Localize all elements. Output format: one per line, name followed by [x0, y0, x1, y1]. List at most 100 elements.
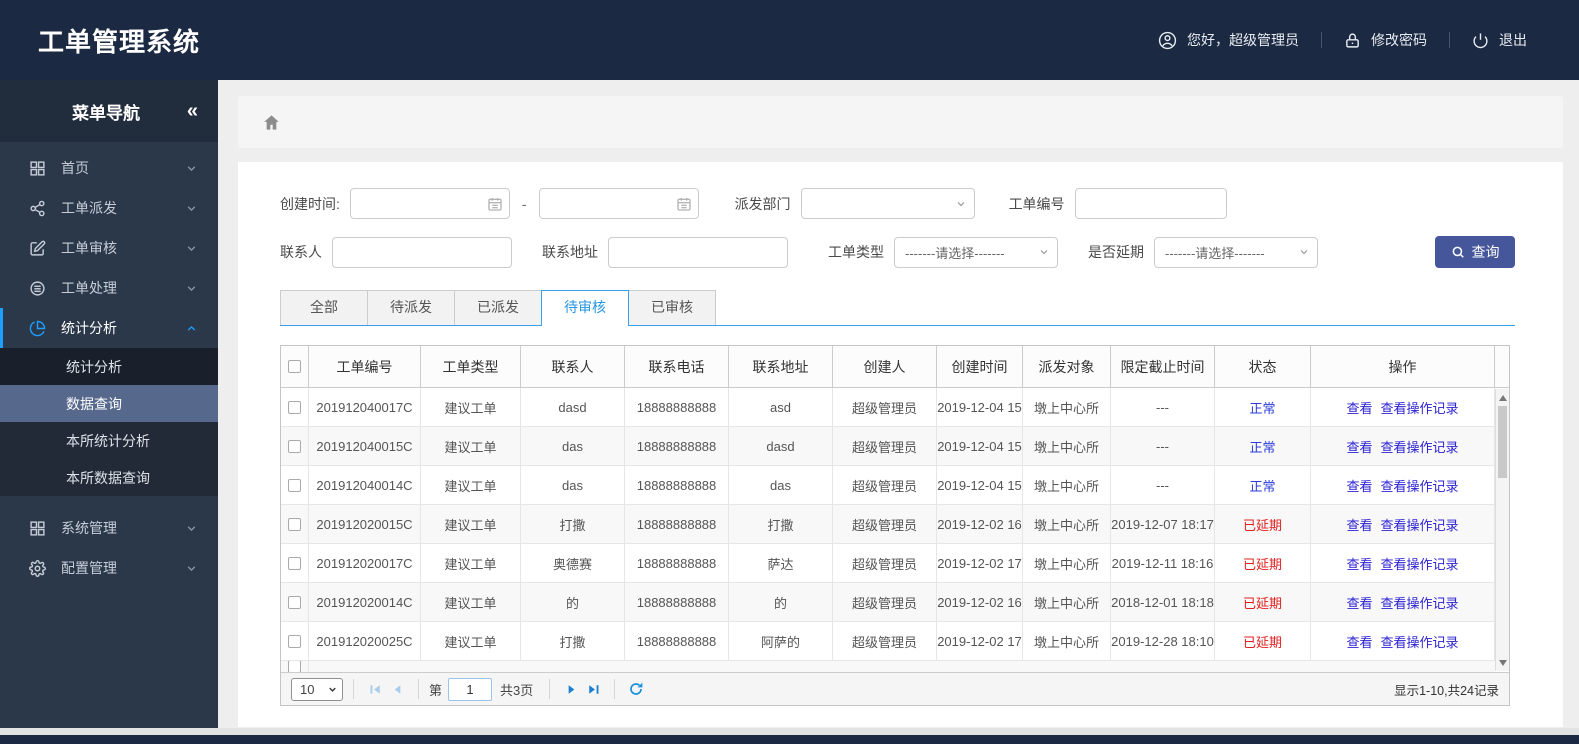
pager-divider	[418, 679, 419, 699]
view-link[interactable]: 查看	[1346, 593, 1372, 612]
contact-input[interactable]	[332, 236, 512, 268]
tab-pending-review[interactable]: 待审核	[541, 290, 629, 326]
row-checkbox[interactable]	[288, 400, 301, 414]
column-header[interactable]: 联系地址	[729, 346, 833, 387]
create-time-start-input[interactable]	[349, 188, 510, 219]
sidebar-item-label: 工单审核	[61, 240, 117, 256]
row-checkbox-cell	[281, 661, 309, 672]
chevron-down-icon	[955, 198, 967, 210]
column-header[interactable]: 限定截止时间	[1111, 346, 1215, 387]
column-header[interactable]: 创建人	[833, 346, 937, 387]
delay-label: 是否延期	[1088, 244, 1144, 260]
scroll-down-arrow[interactable]	[1496, 655, 1509, 670]
sidebar-item-home[interactable]: 首页	[0, 148, 218, 188]
row-checkbox[interactable]	[288, 661, 301, 672]
column-header[interactable]: 派发对象	[1023, 346, 1111, 387]
cell-creator: 超级管理员	[833, 427, 937, 465]
change-password-button[interactable]: 修改密码	[1322, 30, 1449, 50]
column-header[interactable]: 创建时间	[937, 346, 1023, 387]
refresh-icon[interactable]	[625, 678, 647, 700]
row-checkbox[interactable]	[288, 439, 301, 453]
address-input[interactable]	[608, 236, 788, 268]
cell-order-type: 建议工单	[421, 427, 521, 465]
first-page-icon[interactable]	[364, 678, 386, 700]
row-checkbox[interactable]	[288, 634, 301, 648]
column-header[interactable]: 状态	[1215, 346, 1311, 387]
view-log-link[interactable]: 查看操作记录	[1381, 398, 1459, 417]
scrollbar-thumb[interactable]	[1498, 406, 1507, 478]
search-icon	[1451, 245, 1465, 259]
dispatch-dept-select[interactable]	[800, 188, 975, 219]
delay-value: -------请选择-------	[1165, 245, 1265, 261]
sidebar-item-stats[interactable]: 统计分析	[0, 308, 218, 348]
column-header[interactable]: 操作	[1311, 346, 1495, 387]
view-link[interactable]: 查看	[1346, 632, 1372, 651]
view-log-link[interactable]: 查看操作记录	[1381, 476, 1459, 495]
next-page-icon[interactable]	[560, 678, 582, 700]
cell-deadline: ---	[1111, 466, 1215, 504]
cell-actions: 查看 查看操作记录	[1311, 505, 1495, 543]
row-checkbox[interactable]	[288, 478, 301, 492]
row-checkbox[interactable]	[288, 517, 301, 531]
create-time-start-field	[349, 188, 510, 219]
dispatch-dept-label: 派发部门	[734, 195, 791, 212]
chevron-down-icon	[1038, 246, 1050, 258]
row-checkbox[interactable]	[288, 556, 301, 570]
view-link[interactable]: 查看	[1346, 398, 1372, 417]
page-size-select[interactable]: 10	[291, 677, 343, 701]
delay-select[interactable]: -------请选择-------	[1154, 236, 1318, 268]
view-log-link[interactable]: 查看操作记录	[1381, 554, 1459, 573]
sidebar-subitem-stats-analysis[interactable]: 统计分析	[0, 348, 218, 385]
column-header[interactable]: 工单类型	[421, 346, 521, 387]
cell-deadline: 2018-12-01 18:18	[1111, 583, 1215, 621]
prev-page-icon[interactable]	[386, 678, 408, 700]
row-checkbox[interactable]	[288, 595, 301, 609]
user-greeting[interactable]: 您好，超级管理员	[1136, 30, 1321, 50]
column-header[interactable]: 联系电话	[625, 346, 729, 387]
logout-button[interactable]: 退出	[1450, 30, 1549, 50]
sidebar-item-config[interactable]: 配置管理	[0, 548, 218, 588]
view-log-link[interactable]: 查看操作记录	[1381, 515, 1459, 534]
app-header: 工单管理系统 您好，超级管理员 修改密码 退出	[0, 0, 1579, 80]
search-button[interactable]: 查询	[1435, 236, 1515, 268]
sidebar-item-dispatch[interactable]: 工单派发	[0, 188, 218, 228]
cell-creator: 超级管理员	[833, 466, 937, 504]
pager-divider	[549, 679, 551, 699]
view-link[interactable]: 查看	[1346, 554, 1372, 573]
sidebar-subitem-branch-stats[interactable]: 本所统计分析	[0, 422, 218, 459]
last-page-icon[interactable]	[582, 678, 604, 700]
select-all-checkbox[interactable]	[288, 360, 301, 373]
create-time-end-input[interactable]	[538, 188, 699, 219]
column-header[interactable]: 工单编号	[309, 346, 421, 387]
chevron-down-icon	[185, 522, 198, 535]
sidebar-item-process[interactable]: 工单处理	[0, 268, 218, 308]
order-type-select[interactable]: -------请选择-------	[894, 236, 1058, 268]
sidebar-subitem-data-query[interactable]: 数据查询	[0, 385, 218, 422]
sidebar-item-system[interactable]: 系统管理	[0, 508, 218, 548]
view-link[interactable]: 查看	[1346, 437, 1372, 456]
scroll-up-arrow[interactable]	[1496, 390, 1509, 405]
tab-dispatched[interactable]: 已派发	[454, 290, 542, 325]
tab-all[interactable]: 全部	[280, 290, 368, 325]
contact-field	[332, 236, 512, 268]
page-number-input[interactable]	[448, 677, 493, 701]
view-log-link[interactable]: 查看操作记录	[1381, 632, 1459, 651]
row-checkbox-cell	[281, 505, 309, 543]
view-link[interactable]: 查看	[1346, 476, 1372, 495]
order-no-input[interactable]	[1074, 188, 1227, 219]
collapse-sidebar-icon[interactable]: «	[187, 100, 198, 123]
home-icon[interactable]	[262, 113, 281, 132]
view-log-link[interactable]: 查看操作记录	[1381, 593, 1459, 612]
view-link[interactable]: 查看	[1346, 515, 1372, 534]
tab-pending-dispatch[interactable]: 待派发	[367, 290, 455, 325]
sidebar-item-review[interactable]: 工单审核	[0, 228, 218, 268]
contact-label: 联系人	[280, 244, 322, 260]
cell-status: 已延期	[1215, 544, 1311, 582]
sidebar-subitem-branch-data-query[interactable]: 本所数据查询	[0, 459, 218, 496]
vertical-scrollbar[interactable]	[1495, 389, 1509, 671]
tab-reviewed[interactable]: 已审核	[628, 290, 716, 325]
column-header[interactable]: 联系人	[521, 346, 625, 387]
view-log-link[interactable]: 查看操作记录	[1381, 437, 1459, 456]
status-tabs: 全部 待派发 已派发 待审核 已审核	[280, 290, 1515, 326]
row-checkbox-cell	[281, 388, 309, 426]
